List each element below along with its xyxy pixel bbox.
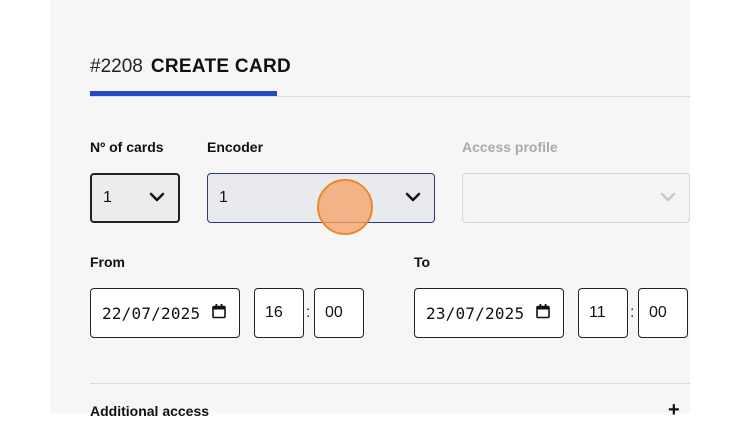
from-time-separator: : xyxy=(306,304,311,321)
additional-access-label[interactable]: Additional access xyxy=(90,403,209,419)
access-profile-select[interactable] xyxy=(462,173,690,223)
section-divider xyxy=(90,383,690,384)
num-cards-select[interactable]: 1 xyxy=(90,173,180,223)
active-tab-underline xyxy=(90,91,277,96)
from-minute-input[interactable]: 00 xyxy=(314,288,364,338)
to-minute-value: 00 xyxy=(649,304,667,321)
encoder-label: Encoder xyxy=(207,139,264,155)
num-cards-label: Nº of cards xyxy=(90,139,164,155)
chevron-down-icon xyxy=(149,189,165,207)
to-date-input[interactable]: 23/07/2025 xyxy=(414,288,564,338)
chevron-down-icon xyxy=(405,189,421,207)
calendar-icon[interactable] xyxy=(536,304,550,323)
to-label: To xyxy=(414,254,431,270)
chevron-down-icon xyxy=(660,189,676,207)
to-hour-input[interactable]: 11 xyxy=(578,288,628,338)
from-date-input[interactable]: 22/07/2025 xyxy=(90,288,240,338)
from-hour-input[interactable]: 16 xyxy=(254,288,304,338)
to-hour-value: 11 xyxy=(589,304,606,321)
card-number: #2208 xyxy=(90,56,143,77)
header-divider xyxy=(90,96,690,97)
to-time-separator: : xyxy=(630,304,635,321)
to-minute-input[interactable]: 00 xyxy=(638,288,688,338)
from-date-value: 22/07/2025 xyxy=(102,303,201,323)
expand-plus-icon[interactable]: + xyxy=(668,399,680,422)
encoder-value: 1 xyxy=(219,189,228,206)
page-title: #2208 CREATE CARD xyxy=(90,56,291,78)
access-profile-label: Access profile xyxy=(462,139,558,155)
click-indicator xyxy=(317,179,373,235)
from-label: From xyxy=(90,254,125,270)
page-heading: CREATE CARD xyxy=(150,56,292,77)
num-cards-value: 1 xyxy=(103,189,112,206)
from-minute-value: 00 xyxy=(325,304,343,321)
to-date-value: 23/07/2025 xyxy=(426,303,525,323)
calendar-icon[interactable] xyxy=(212,304,226,323)
from-hour-value: 16 xyxy=(265,304,283,321)
